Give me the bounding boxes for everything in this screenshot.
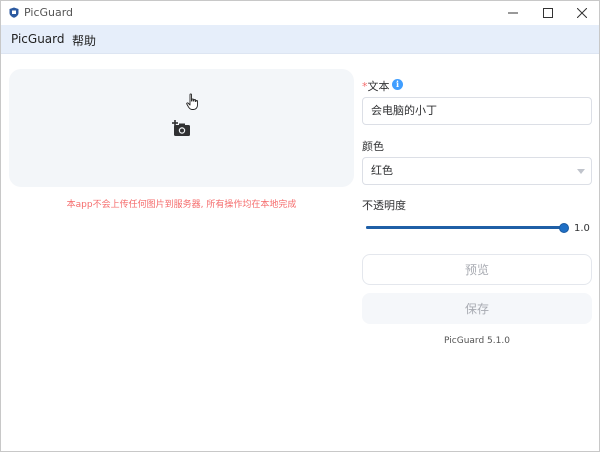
menu-item-picguard[interactable]: PicGuard xyxy=(11,32,65,46)
close-icon xyxy=(577,8,587,18)
color-select[interactable]: 红色 xyxy=(362,157,592,185)
color-label: 颜色 xyxy=(362,140,384,153)
opacity-slider-handle[interactable] xyxy=(559,223,569,233)
chevron-down-icon xyxy=(577,169,585,174)
text-label: 文本 xyxy=(367,80,390,93)
window-title: PicGuard xyxy=(24,6,74,19)
save-button[interactable]: 保存 xyxy=(362,293,592,324)
opacity-value: 1.0 xyxy=(574,223,590,234)
preview-button[interactable]: 预览 xyxy=(362,254,592,285)
opacity-slider-fill xyxy=(366,226,564,229)
menu-bar: PicGuard 帮助 xyxy=(1,25,599,54)
opacity-slider-track[interactable] xyxy=(366,226,564,229)
minimize-button[interactable] xyxy=(497,1,529,25)
maximize-icon xyxy=(543,8,553,18)
app-logo-icon xyxy=(9,7,19,18)
watermark-text-input[interactable]: 会电脑的小丁 xyxy=(362,97,592,125)
info-icon[interactable]: i xyxy=(392,79,403,90)
close-button[interactable] xyxy=(566,1,598,25)
text-field-label: *文本 xyxy=(362,78,390,94)
color-select-value: 红色 xyxy=(371,164,393,177)
app-window: PicGuard PicGuard 帮助 本app不会上传任何图片到服务器, 所… xyxy=(0,0,600,452)
version-label: PicGuard 5.1.0 xyxy=(444,336,510,346)
privacy-notice: 本app不会上传任何图片到服务器, 所有操作均在本地完成 xyxy=(66,200,297,210)
menu-item-help[interactable]: 帮助 xyxy=(72,32,96,49)
cursor-hand-icon xyxy=(186,93,198,110)
maximize-button[interactable] xyxy=(532,1,564,25)
title-bar: PicGuard xyxy=(1,1,599,25)
opacity-label: 不透明度 xyxy=(362,199,406,212)
add-photo-icon xyxy=(172,120,190,136)
minimize-icon xyxy=(508,12,518,14)
